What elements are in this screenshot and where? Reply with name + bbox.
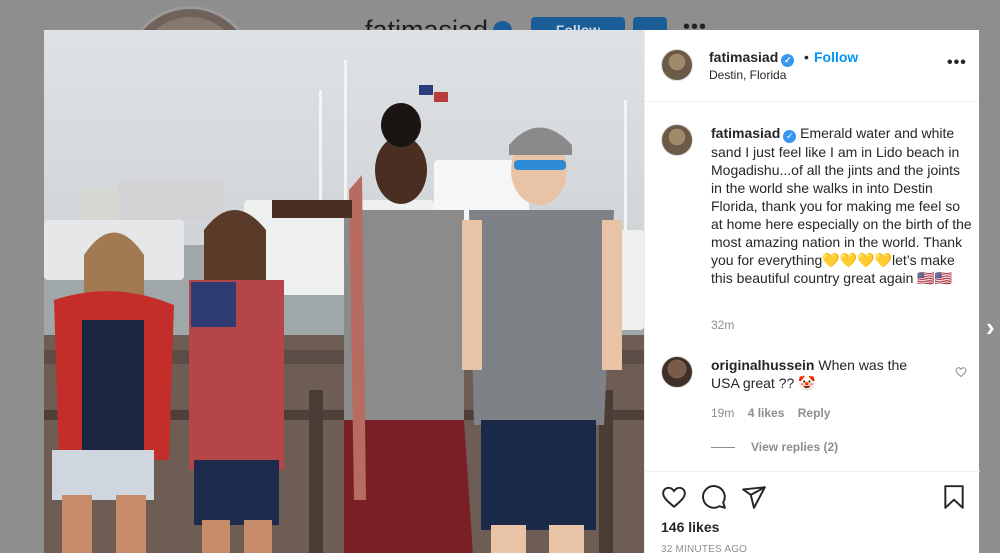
comment-timestamp: 19m [711,406,735,420]
post-time-ago: 32 MINUTES AGO [661,544,748,553]
post-actions: 146 likes 32 MINUTES AGO [645,471,980,553]
background-follow-button: Follow [531,17,625,30]
people-figures [52,103,622,553]
caption-timestamp: 32m [711,318,735,332]
comment-username[interactable]: originalhussein [711,357,814,373]
view-replies-button[interactable]: View replies (2) [711,440,838,454]
comment-reply-button[interactable]: Reply [798,406,831,420]
likes-count[interactable]: 146 likes [661,519,719,535]
post-modal: fatimasiad ✓ • Follow Destin, Florida •••… [44,30,980,553]
background-more-icon: ••• [683,16,708,30]
view-replies-label[interactable]: View replies (2) [751,440,838,454]
replies-line [711,447,735,449]
author-username[interactable]: fatimasiad ✓ [709,49,795,67]
post-location[interactable]: Destin, Florida [709,68,786,82]
author-username-text[interactable]: fatimasiad [709,49,778,65]
post-photo[interactable] [44,30,644,553]
background-profile-username: fatimasiad [365,15,489,30]
verified-badge-icon: ✓ [781,54,795,67]
comment-like-heart-icon[interactable] [955,366,967,378]
save-bookmark-icon[interactable] [941,484,967,510]
share-send-icon[interactable] [741,484,767,510]
caption-verified-badge-icon: ✓ [783,130,797,143]
author-avatar[interactable] [661,49,693,81]
more-options-icon[interactable]: ••• [947,54,967,72]
caption-text: Emerald water and white sand I just feel… [711,125,972,286]
background-verified-icon [493,21,512,30]
comment-meta: 19m 4 likes Reply [711,406,840,420]
header-separator: • [804,49,809,65]
follow-button[interactable]: Follow [814,49,858,65]
caption-username[interactable]: fatimasiad [711,125,780,141]
caption-avatar[interactable] [661,124,693,156]
comment-likes-count[interactable]: 4 likes [748,406,785,420]
background-profile-avatar [125,6,255,30]
post-header: fatimasiad ✓ • Follow Destin, Florida ••• [645,30,979,102]
comment-bubble-icon[interactable] [701,484,727,510]
background-suggested-button [633,17,667,30]
comment-text-block: originalhussein When was the USA great ?… [711,356,921,392]
caption-text-block: fatimasiad ✓ Emerald water and white sand… [711,124,973,287]
like-heart-icon[interactable] [661,484,687,510]
comment-avatar[interactable] [661,356,693,388]
post-sidebar: fatimasiad ✓ • Follow Destin, Florida •••… [644,30,980,553]
next-post-chevron-icon[interactable]: › [986,312,995,343]
background-profile-header: fatimasiad Follow ••• [0,0,1000,30]
